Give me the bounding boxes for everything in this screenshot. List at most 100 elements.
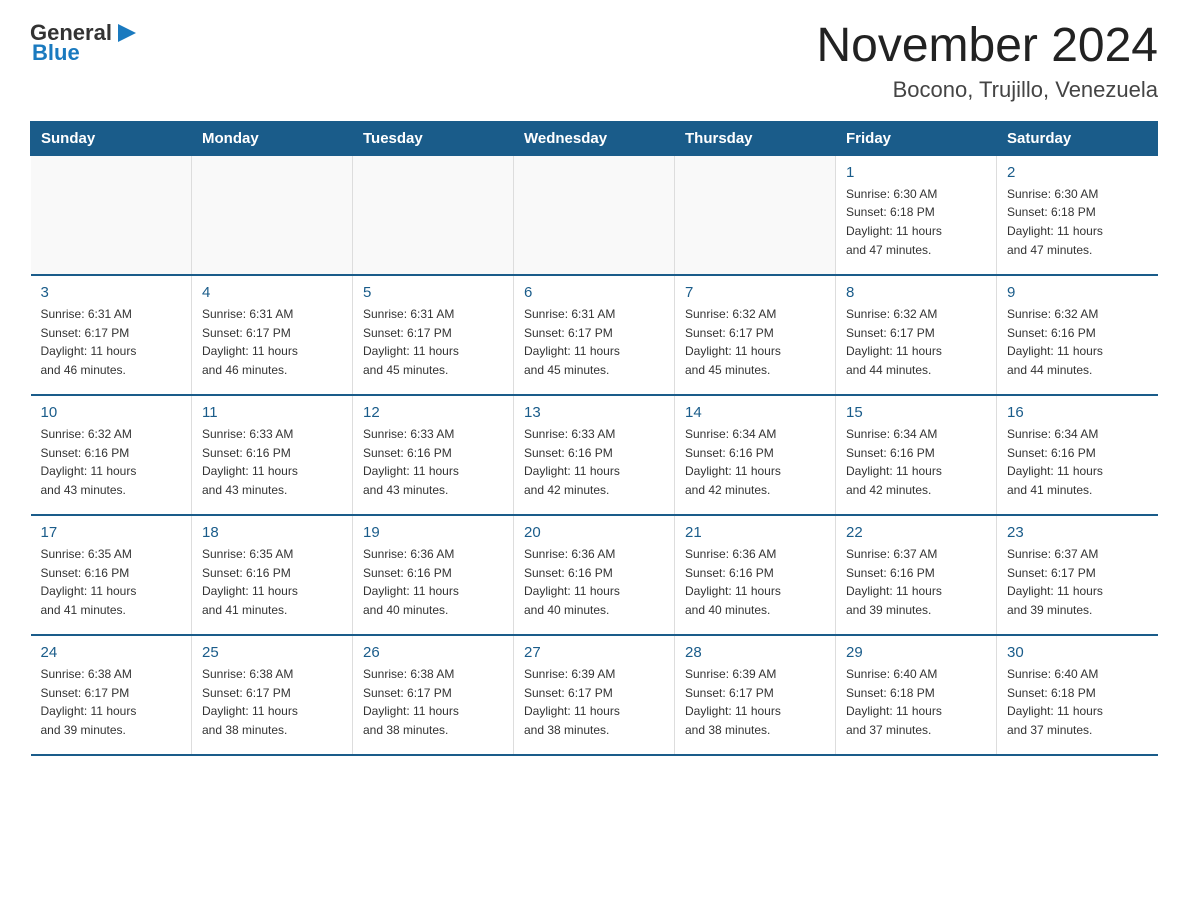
day-number: 7 <box>685 284 825 301</box>
day-info: Sunrise: 6:38 AM Sunset: 6:17 PM Dayligh… <box>41 665 182 739</box>
calendar-cell: 27Sunrise: 6:39 AM Sunset: 6:17 PM Dayli… <box>514 635 675 755</box>
day-number: 18 <box>202 524 342 541</box>
logo: General Blue <box>30 20 140 66</box>
page-header: General Blue November 2024 Bocono, Truji… <box>30 20 1158 103</box>
day-number: 23 <box>1007 524 1148 541</box>
calendar-cell: 11 Sunrise: 6:33 AM Sunset: 6:16 PM Dayli… <box>192 395 353 515</box>
calendar-cell: 9 Sunrise: 6:32 AM Sunset: 6:16 PM Daylig… <box>997 275 1158 395</box>
calendar-cell: 23 Sunrise: 6:37 AM Sunset: 6:17 PM Dayli… <box>997 515 1158 635</box>
day-info: Sunrise: 6:30 AM Sunset: 6:18 PM Dayligh… <box>1007 185 1148 259</box>
weekday-header-friday: Friday <box>836 121 997 155</box>
calendar-cell <box>192 155 353 275</box>
calendar-cell: 17Sunrise: 6:35 AM Sunset: 6:16 PM Dayli… <box>31 515 192 635</box>
day-info: Sunrise: 6:38 AM Sunset: 6:17 PM Dayligh… <box>363 665 503 739</box>
calendar-cell: 12 Sunrise: 6:33 AM Sunset: 6:16 PM Dayli… <box>353 395 514 515</box>
calendar-cell: 10Sunrise: 6:32 AM Sunset: 6:16 PM Dayli… <box>31 395 192 515</box>
calendar-cell: 4 Sunrise: 6:31 AM Sunset: 6:17 PM Daylig… <box>192 275 353 395</box>
calendar-cell: 28Sunrise: 6:39 AM Sunset: 6:17 PM Dayli… <box>675 635 836 755</box>
week-row-5: 24 Sunrise: 6:38 AM Sunset: 6:17 PM Dayli… <box>31 635 1158 755</box>
day-number: 19 <box>363 524 503 541</box>
calendar-cell: 5 Sunrise: 6:31 AM Sunset: 6:17 PM Daylig… <box>353 275 514 395</box>
calendar-cell: 26 Sunrise: 6:38 AM Sunset: 6:17 PM Dayli… <box>353 635 514 755</box>
day-info: Sunrise: 6:34 AM Sunset: 6:16 PM Dayligh… <box>846 425 986 499</box>
day-info: Sunrise: 6:31 AM Sunset: 6:17 PM Dayligh… <box>202 305 342 379</box>
day-number: 6 <box>524 284 664 301</box>
day-number: 15 <box>846 404 986 421</box>
weekday-header-saturday: Saturday <box>997 121 1158 155</box>
day-number: 10 <box>41 404 182 421</box>
day-number: 16 <box>1007 404 1148 421</box>
calendar-table: SundayMondayTuesdayWednesdayThursdayFrid… <box>30 121 1158 757</box>
day-info: Sunrise: 6:35 AM Sunset: 6:16 PM Dayligh… <box>41 545 182 619</box>
day-number: 29 <box>846 644 986 661</box>
day-info: Sunrise: 6:36 AM Sunset: 6:16 PM Dayligh… <box>685 545 825 619</box>
day-info: Sunrise: 6:33 AM Sunset: 6:16 PM Dayligh… <box>524 425 664 499</box>
calendar-cell: 3 Sunrise: 6:31 AM Sunset: 6:17 PM Daylig… <box>31 275 192 395</box>
calendar-cell: 21 Sunrise: 6:36 AM Sunset: 6:16 PM Dayli… <box>675 515 836 635</box>
weekday-header-wednesday: Wednesday <box>514 121 675 155</box>
calendar-subtitle: Bocono, Trujillo, Venezuela <box>816 77 1158 103</box>
calendar-cell: 19 Sunrise: 6:36 AM Sunset: 6:16 PM Dayli… <box>353 515 514 635</box>
week-row-3: 10Sunrise: 6:32 AM Sunset: 6:16 PM Dayli… <box>31 395 1158 515</box>
day-number: 28 <box>685 644 825 661</box>
day-number: 24 <box>41 644 182 661</box>
week-row-4: 17Sunrise: 6:35 AM Sunset: 6:16 PM Dayli… <box>31 515 1158 635</box>
calendar-title: November 2024 <box>816 20 1158 73</box>
calendar-cell: 7 Sunrise: 6:32 AM Sunset: 6:17 PM Daylig… <box>675 275 836 395</box>
day-number: 12 <box>363 404 503 421</box>
day-info: Sunrise: 6:30 AM Sunset: 6:18 PM Dayligh… <box>846 185 986 259</box>
day-number: 4 <box>202 284 342 301</box>
calendar-cell: 2 Sunrise: 6:30 AM Sunset: 6:18 PM Daylig… <box>997 155 1158 275</box>
day-number: 5 <box>363 284 503 301</box>
calendar-cell: 14Sunrise: 6:34 AM Sunset: 6:16 PM Dayli… <box>675 395 836 515</box>
day-number: 25 <box>202 644 342 661</box>
weekday-header-row: SundayMondayTuesdayWednesdayThursdayFrid… <box>31 121 1158 155</box>
day-number: 27 <box>524 644 664 661</box>
calendar-cell <box>353 155 514 275</box>
calendar-cell: 22 Sunrise: 6:37 AM Sunset: 6:16 PM Dayli… <box>836 515 997 635</box>
calendar-cell <box>675 155 836 275</box>
day-info: Sunrise: 6:37 AM Sunset: 6:17 PM Dayligh… <box>1007 545 1148 619</box>
day-info: Sunrise: 6:33 AM Sunset: 6:16 PM Dayligh… <box>363 425 503 499</box>
day-number: 2 <box>1007 164 1148 181</box>
calendar-cell: 8 Sunrise: 6:32 AM Sunset: 6:17 PM Daylig… <box>836 275 997 395</box>
day-info: Sunrise: 6:32 AM Sunset: 6:16 PM Dayligh… <box>1007 305 1148 379</box>
day-info: Sunrise: 6:31 AM Sunset: 6:17 PM Dayligh… <box>41 305 182 379</box>
week-row-2: 3 Sunrise: 6:31 AM Sunset: 6:17 PM Daylig… <box>31 275 1158 395</box>
calendar-cell: 18 Sunrise: 6:35 AM Sunset: 6:16 PM Dayli… <box>192 515 353 635</box>
day-number: 13 <box>524 404 664 421</box>
day-number: 26 <box>363 644 503 661</box>
day-number: 21 <box>685 524 825 541</box>
day-info: Sunrise: 6:34 AM Sunset: 6:16 PM Dayligh… <box>685 425 825 499</box>
day-number: 30 <box>1007 644 1148 661</box>
title-block: November 2024 Bocono, Trujillo, Venezuel… <box>816 20 1158 103</box>
day-info: Sunrise: 6:36 AM Sunset: 6:16 PM Dayligh… <box>524 545 664 619</box>
day-info: Sunrise: 6:32 AM Sunset: 6:17 PM Dayligh… <box>685 305 825 379</box>
calendar-cell <box>31 155 192 275</box>
weekday-header-monday: Monday <box>192 121 353 155</box>
day-info: Sunrise: 6:40 AM Sunset: 6:18 PM Dayligh… <box>1007 665 1148 739</box>
day-info: Sunrise: 6:37 AM Sunset: 6:16 PM Dayligh… <box>846 545 986 619</box>
day-info: Sunrise: 6:40 AM Sunset: 6:18 PM Dayligh… <box>846 665 986 739</box>
calendar-cell: 20Sunrise: 6:36 AM Sunset: 6:16 PM Dayli… <box>514 515 675 635</box>
day-info: Sunrise: 6:34 AM Sunset: 6:16 PM Dayligh… <box>1007 425 1148 499</box>
day-info: Sunrise: 6:31 AM Sunset: 6:17 PM Dayligh… <box>363 305 503 379</box>
weekday-header-thursday: Thursday <box>675 121 836 155</box>
logo-blue: Blue <box>32 40 80 66</box>
day-number: 1 <box>846 164 986 181</box>
day-number: 22 <box>846 524 986 541</box>
day-info: Sunrise: 6:31 AM Sunset: 6:17 PM Dayligh… <box>524 305 664 379</box>
day-info: Sunrise: 6:33 AM Sunset: 6:16 PM Dayligh… <box>202 425 342 499</box>
day-number: 3 <box>41 284 182 301</box>
calendar-cell: 6 Sunrise: 6:31 AM Sunset: 6:17 PM Daylig… <box>514 275 675 395</box>
day-number: 9 <box>1007 284 1148 301</box>
calendar-cell <box>514 155 675 275</box>
day-info: Sunrise: 6:35 AM Sunset: 6:16 PM Dayligh… <box>202 545 342 619</box>
day-number: 11 <box>202 404 342 421</box>
calendar-cell: 24 Sunrise: 6:38 AM Sunset: 6:17 PM Dayli… <box>31 635 192 755</box>
day-info: Sunrise: 6:36 AM Sunset: 6:16 PM Dayligh… <box>363 545 503 619</box>
weekday-header-tuesday: Tuesday <box>353 121 514 155</box>
day-info: Sunrise: 6:32 AM Sunset: 6:17 PM Dayligh… <box>846 305 986 379</box>
calendar-cell: 13 Sunrise: 6:33 AM Sunset: 6:16 PM Dayli… <box>514 395 675 515</box>
day-number: 8 <box>846 284 986 301</box>
